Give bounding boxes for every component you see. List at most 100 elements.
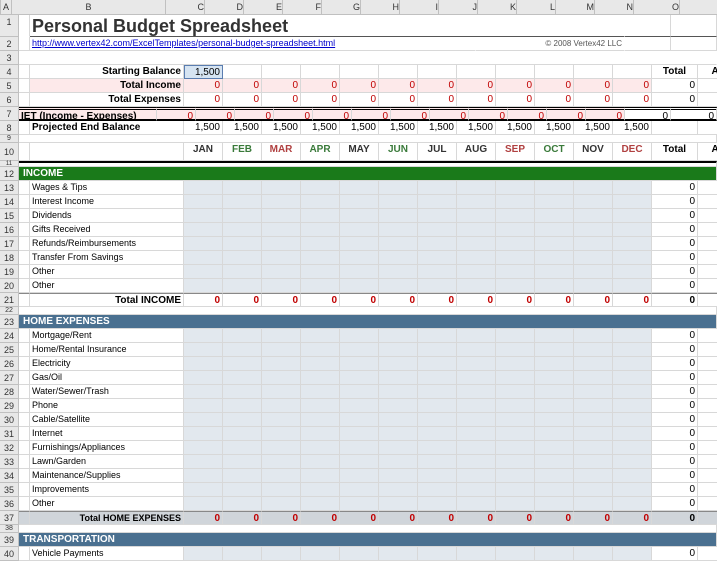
data-cell[interactable] bbox=[301, 279, 340, 293]
data-cell[interactable] bbox=[301, 237, 340, 251]
data-cell[interactable] bbox=[301, 329, 340, 343]
data-cell[interactable] bbox=[496, 251, 535, 265]
data-cell[interactable] bbox=[535, 497, 574, 511]
data-cell[interactable] bbox=[301, 357, 340, 371]
row-2[interactable]: 2 bbox=[0, 37, 19, 51]
data-cell[interactable] bbox=[340, 251, 379, 265]
col-N[interactable]: N bbox=[595, 0, 634, 14]
data-cell[interactable] bbox=[457, 195, 496, 209]
data-cell[interactable] bbox=[340, 413, 379, 427]
item-label[interactable]: Maintenance/Supplies bbox=[30, 469, 184, 483]
data-cell[interactable] bbox=[262, 427, 301, 441]
item-label[interactable]: Mortgage/Rent bbox=[30, 329, 184, 343]
data-cell[interactable] bbox=[574, 343, 613, 357]
item-label[interactable]: Lawn/Garden bbox=[30, 455, 184, 469]
data-cell[interactable] bbox=[613, 547, 652, 561]
data-cell[interactable] bbox=[574, 497, 613, 511]
data-cell[interactable] bbox=[535, 181, 574, 195]
item-label[interactable]: Home/Rental Insurance bbox=[30, 343, 184, 357]
data-cell[interactable] bbox=[574, 385, 613, 399]
data-cell[interactable] bbox=[574, 547, 613, 561]
data-cell[interactable] bbox=[301, 343, 340, 357]
data-cell[interactable] bbox=[418, 497, 457, 511]
data-cell[interactable] bbox=[223, 427, 262, 441]
data-cell[interactable] bbox=[223, 385, 262, 399]
data-cell[interactable] bbox=[418, 279, 457, 293]
data-cell[interactable] bbox=[418, 181, 457, 195]
data-cell[interactable] bbox=[223, 483, 262, 497]
item-label[interactable]: Wages & Tips bbox=[30, 181, 184, 195]
data-cell[interactable] bbox=[379, 483, 418, 497]
data-cell[interactable] bbox=[496, 441, 535, 455]
data-cell[interactable] bbox=[535, 427, 574, 441]
data-cell[interactable] bbox=[223, 181, 262, 195]
data-cell[interactable] bbox=[301, 251, 340, 265]
col-C[interactable]: C bbox=[166, 0, 205, 14]
col-A[interactable]: A bbox=[1, 0, 12, 14]
data-cell[interactable] bbox=[457, 385, 496, 399]
data-cell[interactable] bbox=[457, 469, 496, 483]
data-cell[interactable] bbox=[418, 371, 457, 385]
data-cell[interactable] bbox=[379, 427, 418, 441]
data-cell[interactable] bbox=[457, 223, 496, 237]
item-label[interactable]: Electricity bbox=[30, 357, 184, 371]
data-cell[interactable] bbox=[340, 237, 379, 251]
data-cell[interactable] bbox=[340, 469, 379, 483]
data-cell[interactable] bbox=[262, 329, 301, 343]
data-cell[interactable] bbox=[340, 265, 379, 279]
data-cell[interactable] bbox=[418, 223, 457, 237]
data-cell[interactable] bbox=[379, 209, 418, 223]
col-J[interactable]: J bbox=[439, 0, 478, 14]
data-cell[interactable] bbox=[223, 237, 262, 251]
data-cell[interactable] bbox=[340, 547, 379, 561]
data-cell[interactable] bbox=[496, 195, 535, 209]
data-cell[interactable] bbox=[457, 279, 496, 293]
data-cell[interactable] bbox=[574, 181, 613, 195]
data-cell[interactable] bbox=[301, 195, 340, 209]
data-cell[interactable] bbox=[574, 279, 613, 293]
data-cell[interactable] bbox=[184, 329, 223, 343]
data-cell[interactable] bbox=[613, 357, 652, 371]
data-cell[interactable] bbox=[535, 385, 574, 399]
data-cell[interactable] bbox=[223, 209, 262, 223]
data-cell[interactable] bbox=[574, 469, 613, 483]
data-cell[interactable] bbox=[574, 223, 613, 237]
data-cell[interactable] bbox=[418, 547, 457, 561]
data-cell[interactable] bbox=[418, 385, 457, 399]
data-cell[interactable] bbox=[379, 371, 418, 385]
data-cell[interactable] bbox=[223, 469, 262, 483]
data-cell[interactable] bbox=[574, 399, 613, 413]
data-cell[interactable] bbox=[574, 413, 613, 427]
starting-balance-input[interactable]: 1,500 bbox=[184, 65, 223, 79]
data-cell[interactable] bbox=[496, 265, 535, 279]
data-cell[interactable] bbox=[184, 223, 223, 237]
col-L[interactable]: L bbox=[517, 0, 556, 14]
data-cell[interactable] bbox=[184, 427, 223, 441]
col-G[interactable]: G bbox=[322, 0, 361, 14]
data-cell[interactable] bbox=[301, 209, 340, 223]
data-cell[interactable] bbox=[223, 455, 262, 469]
data-cell[interactable] bbox=[223, 279, 262, 293]
row-1[interactable]: 1 bbox=[0, 15, 19, 37]
data-cell[interactable] bbox=[535, 469, 574, 483]
data-cell[interactable] bbox=[457, 237, 496, 251]
item-label[interactable]: Phone bbox=[30, 399, 184, 413]
data-cell[interactable] bbox=[262, 237, 301, 251]
data-cell[interactable] bbox=[340, 399, 379, 413]
col-F[interactable]: F bbox=[283, 0, 322, 14]
data-cell[interactable] bbox=[418, 343, 457, 357]
data-cell[interactable] bbox=[184, 483, 223, 497]
data-cell[interactable] bbox=[223, 223, 262, 237]
data-cell[interactable] bbox=[262, 385, 301, 399]
data-cell[interactable] bbox=[535, 223, 574, 237]
data-cell[interactable] bbox=[574, 329, 613, 343]
data-cell[interactable] bbox=[535, 483, 574, 497]
data-cell[interactable] bbox=[496, 279, 535, 293]
source-link[interactable]: http://www.vertex42.com/ExcelTemplates/p… bbox=[32, 38, 335, 48]
data-cell[interactable] bbox=[613, 329, 652, 343]
data-cell[interactable] bbox=[496, 371, 535, 385]
data-cell[interactable] bbox=[535, 209, 574, 223]
data-cell[interactable] bbox=[301, 181, 340, 195]
data-cell[interactable] bbox=[457, 547, 496, 561]
col-M[interactable]: M bbox=[556, 0, 595, 14]
